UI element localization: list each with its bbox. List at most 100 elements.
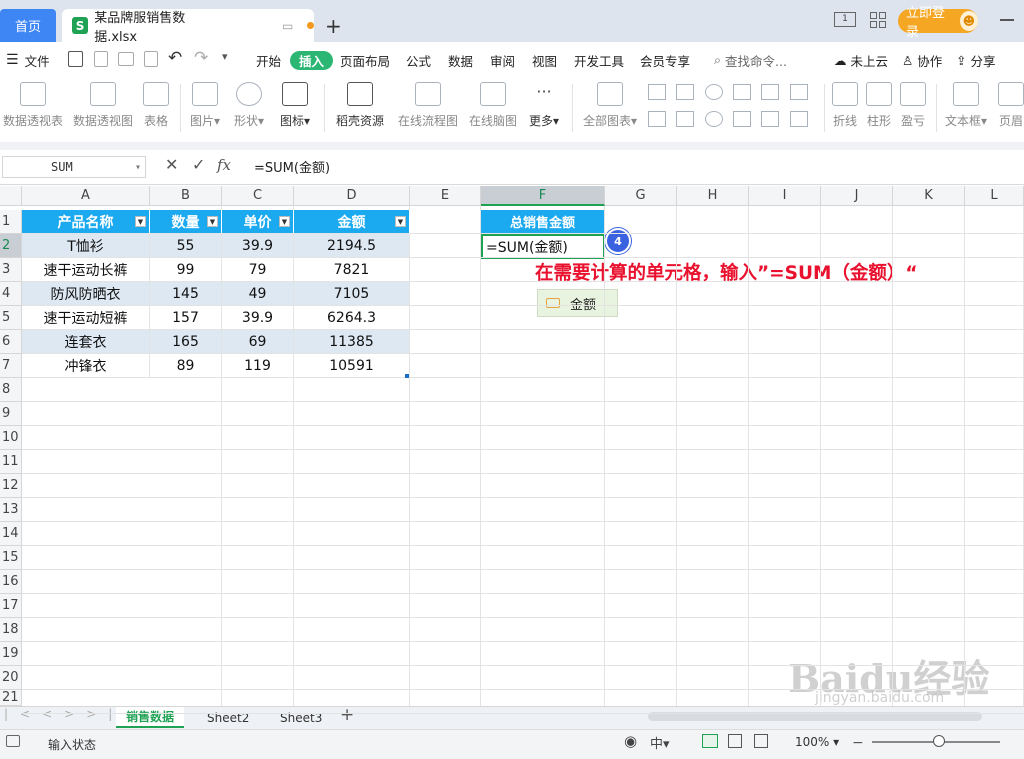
add-sheet-plus-icon[interactable]: + bbox=[340, 705, 354, 725]
quick-access-dropdown-icon[interactable]: ▾ bbox=[222, 50, 228, 63]
ribbon-pivot-table[interactable]: 数据透视表 bbox=[2, 82, 64, 129]
ribbon-online-mindmap[interactable]: 在线脑图 bbox=[466, 82, 520, 129]
input-method-icon[interactable]: 中▾ bbox=[650, 733, 670, 752]
chevron-down-icon[interactable]: ▾ bbox=[135, 162, 141, 173]
table-cell[interactable]: 6264.3 bbox=[294, 306, 410, 330]
table-cell[interactable]: 99 bbox=[150, 258, 222, 282]
filter-dropdown-icon[interactable]: ▼ bbox=[135, 216, 146, 227]
donut-chart-icon[interactable] bbox=[704, 111, 723, 127]
table-cell[interactable]: 7821 bbox=[294, 258, 410, 282]
row-header-13[interactable]: 13 bbox=[0, 498, 22, 522]
menu-page-layout[interactable]: 页面布局 bbox=[340, 50, 390, 70]
ribbon-icons[interactable]: 图标▾ bbox=[276, 82, 314, 129]
menu-start[interactable]: 开始 bbox=[256, 50, 281, 70]
column-header-a[interactable]: A bbox=[22, 186, 150, 206]
ribbon-sparkline-line[interactable]: 折线 bbox=[830, 82, 860, 129]
redo-icon[interactable]: ↷ bbox=[194, 48, 208, 68]
confirm-check-icon[interactable]: ✓ bbox=[192, 155, 205, 174]
share-button[interactable]: ⇪ 分享 bbox=[956, 50, 996, 70]
row-header-10[interactable]: 10 bbox=[0, 426, 22, 450]
table-cell[interactable]: 2194.5 bbox=[294, 234, 410, 258]
monitor-icon[interactable]: ▭ bbox=[282, 19, 293, 33]
combo-chart-icon[interactable] bbox=[676, 111, 695, 127]
row-header-18[interactable]: 18 bbox=[0, 618, 22, 642]
menu-view[interactable]: 视图 bbox=[532, 50, 557, 70]
active-cell-input[interactable]: =SUM(金额) bbox=[481, 234, 605, 259]
save-icon[interactable] bbox=[68, 51, 83, 67]
formula-input[interactable]: =SUM(金额) bbox=[254, 157, 330, 176]
menu-member[interactable]: 会员专享 bbox=[640, 50, 690, 70]
tab-home[interactable]: 首页 bbox=[0, 9, 56, 42]
column-header-e[interactable]: E bbox=[410, 186, 481, 206]
table-header-cell[interactable]: 产品名称 ▼ bbox=[22, 210, 150, 234]
table-header-cell[interactable]: 数量 ▼ bbox=[150, 210, 222, 234]
row-header-12[interactable]: 12 bbox=[0, 474, 22, 498]
filter-dropdown-icon[interactable]: ▼ bbox=[279, 216, 290, 227]
table-cell[interactable]: 11385 bbox=[294, 330, 410, 354]
print-preview-icon[interactable] bbox=[144, 51, 158, 67]
column-header-g[interactable]: G bbox=[605, 186, 677, 206]
ribbon-header[interactable]: 页眉 bbox=[998, 82, 1024, 129]
row-header-20[interactable]: 20 bbox=[0, 666, 22, 690]
bar-chart-icon[interactable] bbox=[733, 84, 751, 100]
ribbon-more[interactable]: ··· 更多▾ bbox=[526, 82, 562, 129]
row-header-17[interactable]: 17 bbox=[0, 594, 22, 618]
row-header-11[interactable]: 11 bbox=[0, 450, 22, 474]
stock-chart-icon[interactable] bbox=[648, 111, 666, 127]
column-header-h[interactable]: H bbox=[677, 186, 749, 206]
row-header-2[interactable]: 2 bbox=[0, 234, 22, 258]
table-cell[interactable]: 39.9 bbox=[222, 306, 294, 330]
row-header-8[interactable]: 8 bbox=[0, 378, 22, 402]
table-cell[interactable]: 157 bbox=[150, 306, 222, 330]
ribbon-table[interactable]: 表格 bbox=[140, 82, 172, 129]
column-chart-icon[interactable] bbox=[648, 84, 666, 100]
row-header-16[interactable]: 16 bbox=[0, 570, 22, 594]
table-cell[interactable]: 49 bbox=[222, 282, 294, 306]
bubble-chart-icon[interactable] bbox=[761, 111, 780, 127]
row-header-4[interactable]: 4 bbox=[0, 282, 22, 306]
table-cell[interactable]: 10591 bbox=[294, 354, 410, 378]
row-header-1[interactable]: 1 bbox=[0, 210, 22, 234]
window-layout-icon[interactable]: 1 bbox=[834, 12, 856, 27]
table-cell[interactable]: 79 bbox=[222, 258, 294, 282]
map-chart-icon[interactable] bbox=[789, 111, 808, 127]
insert-function-icon[interactable]: fx bbox=[217, 156, 231, 174]
table-resize-handle[interactable] bbox=[405, 374, 409, 378]
cloud-status[interactable]: ☁ 未上云 bbox=[834, 50, 888, 70]
ribbon-docer-resources[interactable]: 稻壳资源 bbox=[332, 82, 388, 129]
scatter-chart-icon[interactable] bbox=[789, 84, 808, 100]
table-cell[interactable]: 119 bbox=[222, 354, 294, 378]
sheet-nav-arrows-icon[interactable]: |<<>>| bbox=[4, 707, 124, 721]
chart-type-gallery[interactable] bbox=[648, 84, 818, 128]
print-icon[interactable] bbox=[118, 52, 134, 66]
filter-dropdown-icon[interactable]: ▼ bbox=[395, 216, 406, 227]
command-search[interactable]: ⌕ 查找命令... bbox=[714, 50, 787, 70]
column-header-b[interactable]: B bbox=[150, 186, 222, 206]
normal-view-icon[interactable] bbox=[702, 734, 718, 748]
table-cell[interactable]: 55 bbox=[150, 234, 222, 258]
ribbon-sparkline-column[interactable]: 柱形 bbox=[864, 82, 894, 129]
total-sales-header[interactable]: 总销售金额 bbox=[481, 210, 605, 234]
column-header-k[interactable]: K bbox=[893, 186, 965, 206]
line-chart-icon[interactable] bbox=[676, 84, 695, 100]
zoom-level[interactable]: 100% ▾ bbox=[795, 735, 839, 749]
name-box[interactable]: SUM ▾ bbox=[2, 156, 146, 178]
table-header-cell[interactable]: 金额 ▼ bbox=[294, 210, 410, 234]
ribbon-shape[interactable]: 形状▾ bbox=[230, 82, 268, 129]
macro-record-icon[interactable] bbox=[6, 735, 20, 747]
collaborate-button[interactable]: ♙ 协作 bbox=[902, 50, 942, 70]
column-header-d[interactable]: D bbox=[294, 186, 410, 206]
column-header-j[interactable]: J bbox=[821, 186, 893, 206]
autocomplete-suggestion[interactable]: 金额 bbox=[537, 289, 618, 317]
table-cell[interactable]: 防风防晒衣 bbox=[22, 282, 150, 306]
table-cell[interactable]: 89 bbox=[150, 354, 222, 378]
ribbon-sparkline-winloss[interactable]: 盈亏 bbox=[898, 82, 928, 129]
tab-document[interactable]: S 某品牌服销售数据.xlsx ▭ bbox=[62, 9, 314, 45]
ribbon-online-flowchart[interactable]: 在线流程图 bbox=[396, 82, 460, 129]
table-cell[interactable]: 速干运动长裤 bbox=[22, 258, 150, 282]
ribbon-all-charts[interactable]: 全部图表▾ bbox=[580, 82, 640, 129]
file-menu[interactable]: ☰ 文件 bbox=[6, 50, 50, 70]
row-header-3[interactable]: 3 bbox=[0, 258, 22, 282]
ribbon-pivot-chart[interactable]: 数据透视图 bbox=[72, 82, 134, 129]
table-cell[interactable]: 39.9 bbox=[222, 234, 294, 258]
